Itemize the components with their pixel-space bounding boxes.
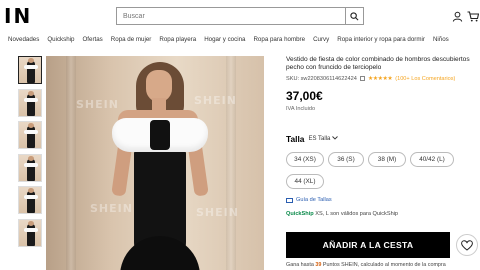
main-product-image[interactable]: SHEIN SHEIN SHEIN SHEIN [46, 56, 264, 270]
cart-button[interactable] [466, 9, 480, 23]
nav-item-novedades[interactable]: Novedades [0, 36, 43, 43]
size-guide-label: Guía de Tallas [296, 197, 332, 203]
size-option-40-42[interactable]: 40/42 (L) [410, 152, 454, 167]
shopping-cart-icon [467, 10, 479, 21]
watermark: SHEIN [196, 206, 239, 219]
nav-item-hogar-y-cocina[interactable]: Hogar y cocina [200, 36, 249, 43]
heart-icon [461, 239, 473, 251]
account-button[interactable] [450, 9, 464, 23]
add-to-cart-button[interactable]: AÑADIR A LA CESTA [286, 232, 450, 258]
search-bar [116, 7, 364, 25]
points-info: Gana hasta 39 Puntos SHEIN, calculado al… [286, 262, 446, 268]
size-option-34[interactable]: 34 (XS) [286, 152, 324, 167]
category-nav: Novedades Quickship Ofertas Ropa de muje… [0, 32, 480, 46]
sku-rating-row: SKU: sw2208306114622424 ★★★★★ (100+ Los … [286, 75, 480, 83]
nav-item-ofertas[interactable]: Ofertas [78, 36, 106, 43]
product-price: 37,00€ [286, 89, 323, 103]
nav-item-ropa-playera[interactable]: Ropa playera [155, 36, 200, 43]
nav-item-quickship[interactable]: Quickship [43, 36, 78, 43]
size-option-38[interactable]: 38 (M) [368, 152, 406, 167]
watermark: SHEIN [194, 94, 237, 107]
nav-item-ropa-de-mujer[interactable]: Ropa de mujer [107, 36, 156, 43]
size-option-44[interactable]: 44 (XL) [286, 174, 324, 189]
tax-note: IVA Incluido [286, 106, 316, 112]
quickship-text: XS, L son válidos para QuickShip [315, 211, 399, 217]
thumbnail-image[interactable] [18, 153, 42, 182]
size-guide-link[interactable]: Guía de Tallas [286, 197, 332, 203]
nav-item-ninos[interactable]: Niños [429, 36, 453, 43]
points-suffix: Puntos SHEIN, calculado al momento de la… [322, 262, 446, 268]
thumbnail-strip [18, 56, 42, 252]
points-prefix: Gana hasta [286, 262, 314, 268]
size-system-label: ES Talla [308, 136, 331, 142]
watermark: SHEIN [90, 202, 133, 215]
search-icon [350, 11, 359, 20]
search-button[interactable] [345, 8, 363, 24]
thumbnail-image[interactable] [18, 121, 42, 150]
search-input[interactable] [117, 8, 345, 24]
ruler-icon [286, 197, 293, 203]
quickship-info: QuickShip XS, L son válidos para QuickSh… [286, 211, 398, 217]
copy-icon[interactable] [359, 76, 365, 81]
reviews-link[interactable]: (100+ Los Comentarios) [395, 76, 455, 82]
size-system-select[interactable]: ES Talla [308, 136, 338, 142]
sku-text: SKU: sw2208306114622424 [286, 75, 357, 82]
wishlist-button[interactable] [456, 234, 478, 256]
chevron-down-icon [332, 136, 338, 140]
site-logo[interactable]: IN [4, 4, 32, 28]
nav-item-curvy[interactable]: Curvy [309, 36, 333, 43]
product-info: Vestido de fiesta de color combinado de … [286, 56, 480, 112]
points-value: 39 [315, 262, 322, 268]
thumbnail-image[interactable] [18, 186, 42, 215]
product-title: Vestido de fiesta de color combinado de … [286, 56, 470, 71]
top-header: IN [0, 0, 480, 32]
size-option-36[interactable]: 36 (S) [328, 152, 364, 167]
user-icon [452, 11, 462, 22]
rating-stars: ★★★★★ [367, 76, 393, 82]
thumbnail-image[interactable] [18, 218, 42, 247]
nav-item-ropa-para-hombre[interactable]: Ropa para hombre [249, 36, 309, 43]
thumbnail-image[interactable] [18, 56, 42, 84]
quickship-brand: QuickShip [286, 211, 314, 217]
thumbnail-image[interactable] [18, 88, 42, 117]
nav-item-ropa-interior[interactable]: Ropa interior y ropa para dormir [333, 36, 429, 43]
size-header: Talla ES Talla [286, 134, 338, 144]
size-label: Talla [286, 134, 305, 144]
watermark: SHEIN [76, 98, 119, 111]
